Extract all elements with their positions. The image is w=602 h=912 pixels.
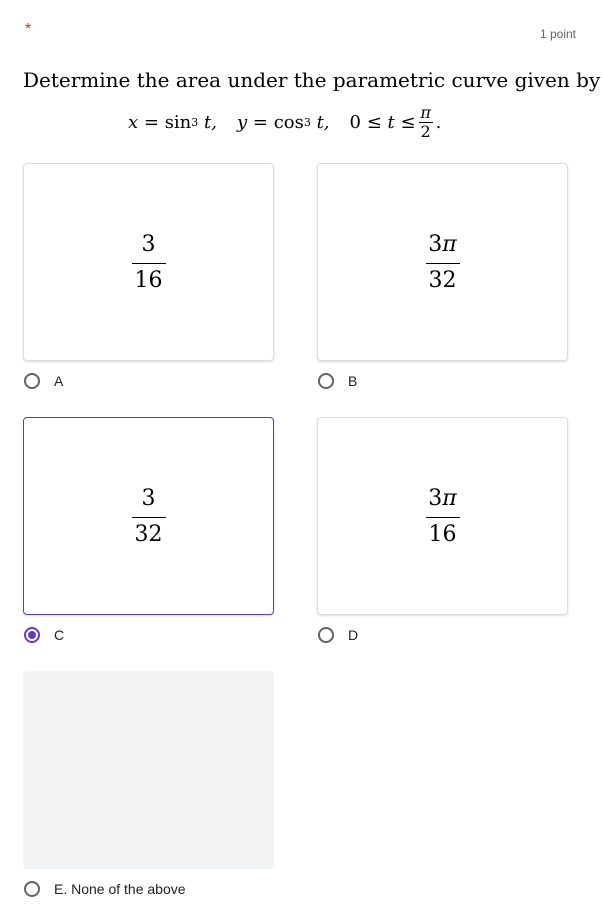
radio-selected-dot [28, 631, 36, 639]
option-a-numerator: 3 [141, 232, 156, 257]
option-b-pi: π [442, 232, 457, 257]
formula-range-start: 0 ≤ [349, 111, 382, 133]
option-a-fraction: 3 16 [24, 230, 273, 296]
option-e-image[interactable] [23, 671, 274, 869]
option-d[interactable]: D [318, 627, 358, 643]
formula-range-var: t [387, 111, 395, 133]
option-d-image[interactable]: 3π 16 [317, 417, 568, 615]
option-c-numerator: 3 [141, 486, 156, 511]
option-a-radio[interactable] [24, 373, 40, 389]
option-a-denominator: 16 [134, 268, 163, 293]
option-e-label[interactable]: E. None of the above [54, 881, 186, 897]
option-e[interactable]: E. None of the above [24, 881, 186, 897]
option-b-image[interactable]: 3π 32 [317, 163, 568, 361]
option-e-radio[interactable] [24, 881, 40, 897]
formula-x-var: t, [204, 111, 217, 133]
formula-cos: cos [273, 111, 304, 133]
option-d-denominator: 16 [428, 522, 457, 547]
option-c[interactable]: C [24, 627, 64, 643]
option-c-fraction: 3 32 [24, 484, 273, 550]
formula-y-var: t, [316, 111, 330, 133]
option-d-fraction: 3π 16 [318, 484, 567, 550]
formula-pi: π [420, 102, 431, 122]
option-d-pi: π [442, 486, 457, 511]
required-asterisk: * [25, 21, 32, 38]
option-c-denominator: 32 [134, 522, 163, 547]
question-formula: x = sin 3 t, y = cos 3 t, 0 ≤ t ≤ π 2 . [128, 102, 442, 141]
formula-x: x [128, 111, 139, 133]
option-b[interactable]: B [318, 373, 357, 389]
option-b-denominator: 32 [428, 268, 457, 293]
option-d-radio[interactable] [318, 627, 334, 643]
option-b-radio[interactable] [318, 373, 334, 389]
formula-period: . [435, 111, 442, 133]
formula-cos-power: 3 [303, 115, 311, 129]
option-b-numerator: 3 [428, 232, 443, 257]
option-a[interactable]: A [24, 373, 63, 389]
option-d-numerator: 3 [428, 486, 443, 511]
formula-pi-over-2: π 2 [418, 102, 433, 141]
formula-sin: sin [164, 111, 192, 133]
formula-y: y [236, 111, 248, 133]
points-label: 1 point [539, 27, 576, 41]
formula-sin-power: 3 [191, 115, 199, 129]
option-b-fraction: 3π 32 [318, 230, 567, 296]
option-c-radio[interactable] [24, 627, 40, 643]
option-d-label[interactable]: D [348, 627, 358, 643]
option-a-label[interactable]: A [54, 373, 63, 389]
formula-two: 2 [420, 121, 431, 141]
option-c-image[interactable]: 3 32 [23, 417, 274, 615]
question-text: Determine the area under the parametric … [23, 68, 601, 92]
formula-range-le: ≤ [400, 111, 416, 133]
option-c-label[interactable]: C [54, 627, 64, 643]
option-b-label[interactable]: B [348, 373, 357, 389]
option-a-image[interactable]: 3 16 [23, 163, 274, 361]
